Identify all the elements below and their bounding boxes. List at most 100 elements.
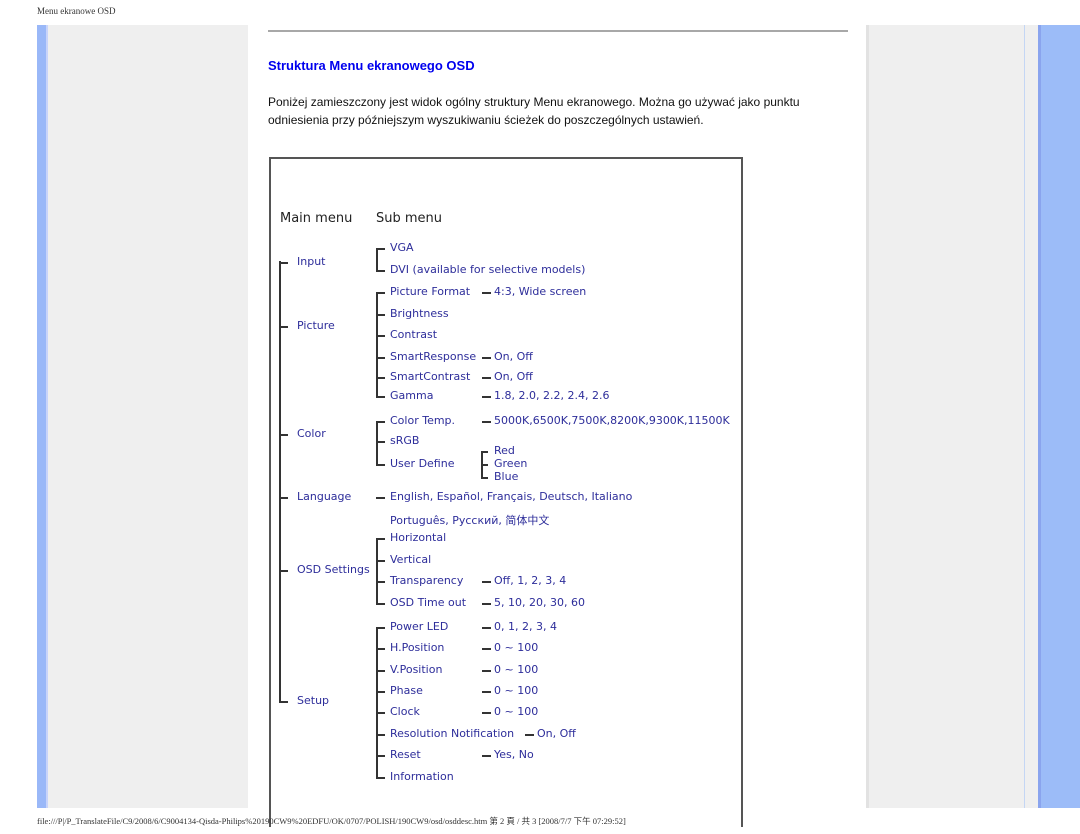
submenu-item: Contrast — [390, 328, 438, 341]
footer-path: file:///P|/P_TranslateFile/C9/2008/6/C90… — [37, 816, 626, 826]
value-connector — [482, 755, 491, 757]
submenu-value: On, Off — [494, 350, 533, 363]
submenu-bracket-color — [376, 421, 378, 465]
submenu-branch — [376, 627, 385, 629]
submenu-branch — [376, 603, 385, 605]
value-connector — [482, 421, 491, 423]
value-connector — [482, 691, 491, 693]
submenu-item: User Define — [390, 457, 455, 470]
submenu-item: Power LED — [390, 620, 449, 633]
language-connector — [376, 497, 385, 499]
main-menu-item-language: Language — [297, 490, 352, 503]
main-menu-heading: Main menu — [280, 211, 353, 226]
value-connector — [482, 603, 491, 605]
submenu-item: SmartContrast — [390, 370, 471, 383]
submenu-value: 0 ~ 100 — [494, 641, 539, 654]
main-menu-item-input: Input — [297, 255, 326, 268]
user-define-branch — [481, 464, 488, 466]
right-divider — [1024, 25, 1025, 808]
main-menu-item-color: Color — [297, 427, 326, 440]
submenu-item: H.Position — [390, 641, 445, 654]
intro-paragraph: Poniżej zamieszczony jest widok ogólny s… — [268, 95, 800, 127]
value-connector — [482, 581, 491, 583]
main-menu-item-picture: Picture — [297, 319, 335, 332]
left-panel — [48, 25, 248, 808]
sub-menu-heading: Sub menu — [376, 211, 443, 226]
submenu-item: Phase — [390, 684, 423, 697]
submenu-value: Yes, No — [494, 748, 534, 761]
submenu-branch — [376, 538, 385, 540]
submenu-bracket-osd — [376, 538, 378, 604]
submenu-branch — [376, 314, 385, 316]
submenu-branch — [376, 712, 385, 714]
main-menu-branch — [279, 326, 288, 328]
submenu-item: sRGB — [390, 434, 420, 447]
submenu-item: Information — [390, 770, 454, 783]
submenu-bracket-input — [376, 248, 378, 271]
submenu-value: On, Off — [494, 370, 533, 383]
user-define-item: Green — [494, 457, 528, 470]
submenu-value: 5, 10, 20, 30, 60 — [494, 596, 585, 609]
page-header-title: Menu ekranowe OSD — [37, 6, 116, 16]
submenu-branch — [376, 421, 385, 423]
value-connector — [482, 292, 491, 294]
submenu-item: Horizontal — [390, 531, 447, 544]
main-menu-item-setup: Setup — [297, 694, 330, 707]
value-connector — [482, 712, 491, 714]
submenu-item: Transparency — [390, 574, 464, 587]
submenu-value: 4:3, Wide screen — [494, 285, 587, 298]
submenu-value: 0, 1, 2, 3, 4 — [494, 620, 557, 633]
submenu-branch — [376, 441, 385, 443]
submenu-value: 5000K,6500K,7500K,8200K,9300K,11500K — [494, 414, 730, 427]
submenu-item: Clock — [390, 705, 420, 718]
value-connector — [482, 648, 491, 650]
submenu-branch — [376, 755, 385, 757]
submenu-item: Resolution Notification — [390, 727, 515, 740]
user-define-item: Red — [494, 444, 515, 457]
submenu-item: Reset — [390, 748, 421, 761]
submenu-branch — [376, 335, 385, 337]
submenu-value: On, Off — [537, 727, 576, 740]
value-connector — [525, 734, 534, 736]
submenu-branch — [376, 648, 385, 650]
submenu-value: Off, 1, 2, 3, 4 — [494, 574, 567, 587]
submenu-item: Gamma — [390, 389, 434, 402]
right-accent-strip — [1038, 25, 1080, 808]
submenu-item: DVI (available for selective models) — [390, 263, 586, 276]
submenu-item: SmartResponse — [390, 350, 477, 363]
submenu-item: VGA — [390, 241, 414, 254]
submenu-value: 0 ~ 100 — [494, 663, 539, 676]
user-define-item: Blue — [494, 470, 519, 483]
user-define-branch — [481, 477, 488, 479]
submenu-branch — [376, 377, 385, 379]
osd-structure-diagram: Main menu Sub menu Input Picture Color Lang… — [269, 157, 743, 827]
section-title: Struktura Menu ekranowego OSD — [268, 58, 475, 73]
submenu-branch — [376, 396, 385, 398]
main-menu-item-osd-settings: OSD Settings — [297, 563, 370, 576]
submenu-branch — [376, 777, 385, 779]
language-list: Português, Русский, 简体中文 — [390, 514, 550, 527]
submenu-value: 1.8, 2.0, 2.2, 2.4, 2.6 — [494, 389, 610, 402]
value-connector — [482, 377, 491, 379]
submenu-item: OSD Time out — [390, 596, 467, 609]
submenu-item: Color Temp. — [390, 414, 456, 427]
submenu-branch — [376, 248, 385, 250]
submenu-item: V.Position — [390, 663, 443, 676]
value-connector — [482, 357, 491, 359]
submenu-branch — [376, 292, 385, 294]
submenu-value: 0 ~ 100 — [494, 705, 539, 718]
main-menu-branch — [279, 570, 288, 572]
main-menu-branch — [279, 434, 288, 436]
value-connector — [482, 396, 491, 398]
submenu-branch — [376, 734, 385, 736]
submenu-branch — [376, 560, 385, 562]
left-accent-strip — [37, 25, 48, 808]
value-connector — [482, 627, 491, 629]
submenu-branch — [376, 270, 385, 272]
value-connector — [482, 670, 491, 672]
submenu-item: Brightness — [390, 307, 449, 320]
user-define-branch — [481, 451, 488, 453]
submenu-item: Picture Format — [390, 285, 471, 298]
submenu-branch — [376, 357, 385, 359]
submenu-branch — [376, 464, 385, 466]
